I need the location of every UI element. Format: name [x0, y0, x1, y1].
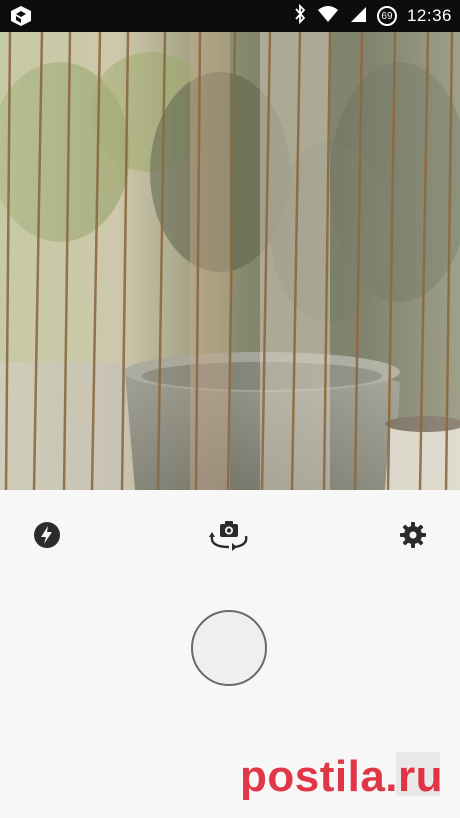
camera-viewfinder[interactable] — [0, 32, 460, 490]
camera-controls: postila.ru — [0, 490, 460, 818]
gear-icon — [399, 521, 427, 554]
switch-camera-icon — [206, 519, 252, 558]
battery-icon: 69 — [376, 6, 397, 26]
signal-icon — [349, 5, 367, 28]
settings-button[interactable] — [396, 520, 430, 554]
app-logo-icon — [10, 5, 32, 27]
bluetooth-icon — [293, 3, 307, 29]
status-time: 12:36 — [406, 6, 452, 25]
wifi-icon — [317, 5, 339, 28]
switch-camera-button[interactable] — [204, 520, 254, 556]
battery-level: 69 — [381, 10, 393, 22]
viewfinder-image — [0, 32, 460, 490]
watermark-text: postila.ru — [240, 752, 444, 801]
flash-button[interactable] — [30, 520, 64, 554]
flash-auto-icon — [33, 521, 61, 554]
status-bar: 69 12:36 — [0, 0, 460, 32]
shutter-button[interactable] — [191, 610, 267, 686]
